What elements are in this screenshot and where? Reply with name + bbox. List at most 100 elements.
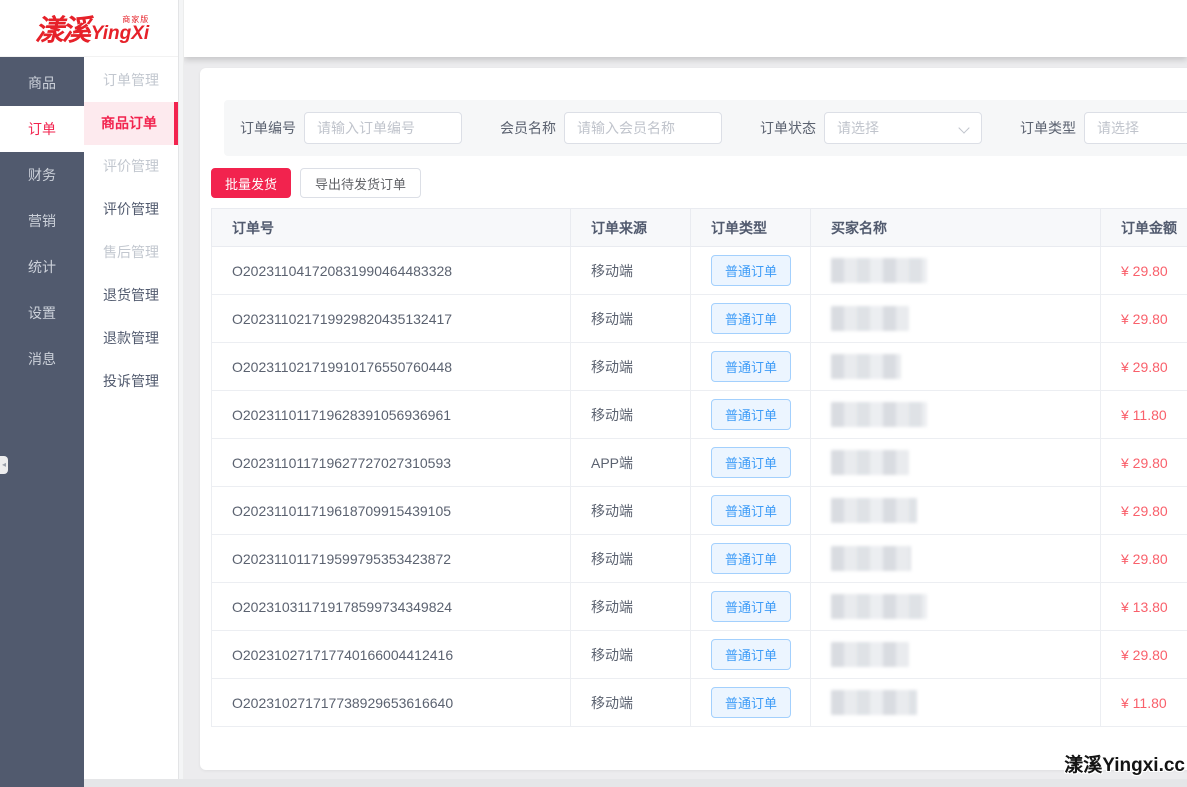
table-header-row: 订单号 订单来源 订单类型 买家名称 订单金额 bbox=[212, 209, 1187, 247]
filter-input[interactable] bbox=[564, 112, 722, 144]
table-row: O202311021719910176550760448 移动端 普通订单 ¥ … bbox=[212, 343, 1187, 391]
buyer-name-blurred bbox=[831, 546, 911, 571]
buyer-name-blurred bbox=[831, 450, 909, 475]
order-source: 移动端 bbox=[591, 695, 633, 711]
sidebar-item-label: 商品 bbox=[28, 75, 56, 91]
top-header bbox=[184, 0, 1187, 57]
order-source: 移动端 bbox=[591, 551, 633, 567]
submenu-item[interactable]: 商品订单 bbox=[84, 102, 178, 145]
table-row: O202311011719599795353423872 移动端 普通订单 ¥ … bbox=[212, 535, 1187, 583]
sidebar-item-label: 设置 bbox=[28, 305, 56, 321]
sidebar-item[interactable]: 设置 bbox=[0, 290, 84, 336]
select-placeholder: 请选择 bbox=[837, 118, 879, 138]
sidebar-item-label: 订单 bbox=[28, 121, 56, 137]
buyer-name-blurred bbox=[831, 354, 901, 379]
sidebar-item-label: 财务 bbox=[28, 167, 56, 183]
order-type-badge: 普通订单 bbox=[711, 255, 791, 286]
order-number: O202311011719599795353423872 bbox=[232, 551, 451, 567]
brand-logo-cn: 漾溪 bbox=[35, 7, 89, 49]
order-source: APP端 bbox=[591, 455, 633, 471]
submenu-item-label: 评价管理 bbox=[103, 201, 159, 217]
order-number: O202311041720831990464483328 bbox=[232, 263, 452, 279]
filter-bar: 订单编号 会员名称 订单状态 请选择 订单类型 请选择 bbox=[224, 100, 1187, 156]
filter-group: 订单状态 请选择 bbox=[760, 112, 982, 144]
sidebar-item[interactable]: 订单 bbox=[0, 106, 84, 152]
filter-label: 订单编号 bbox=[240, 118, 296, 138]
buyer-name-blurred bbox=[831, 402, 927, 427]
table-row: O202311011719627727027310593 APP端 普通订单 ¥… bbox=[212, 439, 1187, 487]
orders-table-wrap: 订单号 订单来源 订单类型 买家名称 订单金额 O202311041720831… bbox=[211, 208, 1187, 727]
table-row: O202310311719178599734349824 移动端 普通订单 ¥ … bbox=[212, 583, 1187, 631]
order-source: 移动端 bbox=[591, 311, 633, 327]
submenu-item-label: 售后管理 bbox=[103, 244, 159, 260]
brand-logo: 漾溪 商家版 YingXi bbox=[0, 0, 184, 57]
export-pending-orders-button[interactable]: 导出待发货订单 bbox=[300, 168, 421, 198]
submenu-item-label: 退款管理 bbox=[103, 330, 159, 346]
buyer-name-blurred bbox=[831, 306, 909, 331]
filter-label: 订单状态 bbox=[760, 118, 816, 138]
order-number: O202311011719628391056936961 bbox=[232, 407, 451, 423]
filter-label: 订单类型 bbox=[1020, 118, 1076, 138]
submenu-item[interactable]: 退款管理 bbox=[84, 317, 178, 360]
order-type-badge: 普通订单 bbox=[711, 447, 791, 478]
sidebar-item-label: 营销 bbox=[28, 213, 56, 229]
orders-table: 订单号 订单来源 订单类型 买家名称 订单金额 O202311041720831… bbox=[211, 208, 1187, 727]
order-amount: ¥ 29.80 bbox=[1121, 359, 1168, 375]
sidebar-item[interactable]: 消息 bbox=[0, 336, 84, 382]
filter-input[interactable] bbox=[304, 112, 462, 144]
order-type-badge: 普通订单 bbox=[711, 303, 791, 334]
submenu-item[interactable]: 投诉管理 bbox=[84, 360, 178, 403]
main-content-card: 订单编号 会员名称 订单状态 请选择 订单类型 请选择 批量发货 导出待发货订单 bbox=[200, 68, 1187, 770]
order-source: 移动端 bbox=[591, 503, 633, 519]
submenu-item-label: 投诉管理 bbox=[103, 373, 159, 389]
sidebar-item[interactable]: 商品 bbox=[0, 60, 84, 106]
submenu-item-label: 评价管理 bbox=[103, 158, 159, 174]
sidebar-item[interactable]: 财务 bbox=[0, 152, 84, 198]
order-amount: ¥ 29.80 bbox=[1121, 503, 1168, 519]
order-source: 移动端 bbox=[591, 359, 633, 375]
order-type-badge: 普通订单 bbox=[711, 543, 791, 574]
submenu-item-label: 订单管理 bbox=[103, 72, 159, 88]
filter-select[interactable]: 请选择 bbox=[1084, 112, 1187, 144]
buyer-name-blurred bbox=[831, 594, 927, 619]
order-source: 移动端 bbox=[591, 263, 633, 279]
buyer-name-blurred bbox=[831, 498, 917, 523]
sidebar-item[interactable]: 营销 bbox=[0, 198, 84, 244]
sidebar-item-label: 消息 bbox=[28, 351, 56, 367]
buyer-name-blurred bbox=[831, 690, 917, 715]
order-amount: ¥ 29.80 bbox=[1121, 263, 1168, 279]
table-row: O202311041720831990464483328 移动端 普通订单 ¥ … bbox=[212, 247, 1187, 295]
submenu-item: 售后管理 bbox=[84, 231, 178, 274]
table-row: O202311021719929820435132417 移动端 普通订单 ¥ … bbox=[212, 295, 1187, 343]
submenu-scrollbar[interactable] bbox=[178, 0, 184, 787]
horizontal-scrollbar[interactable] bbox=[84, 779, 1187, 787]
batch-ship-button[interactable]: 批量发货 bbox=[211, 168, 291, 198]
brand-logo-en: YingXi bbox=[91, 24, 149, 43]
order-type-badge: 普通订单 bbox=[711, 399, 791, 430]
filter-group: 会员名称 bbox=[500, 112, 722, 144]
filter-select[interactable]: 请选择 bbox=[824, 112, 982, 144]
order-amount: ¥ 29.80 bbox=[1121, 551, 1168, 567]
submenu-item[interactable]: 评价管理 bbox=[84, 188, 178, 231]
order-number: O202311021719929820435132417 bbox=[232, 311, 452, 327]
sidebar-item[interactable]: 统计 bbox=[0, 244, 84, 290]
chevron-down-icon bbox=[958, 122, 969, 133]
order-type-badge: 普通订单 bbox=[711, 495, 791, 526]
order-source: 移动端 bbox=[591, 407, 633, 423]
submenu-item-label: 退货管理 bbox=[103, 287, 159, 303]
buyer-name-blurred bbox=[831, 258, 927, 283]
submenu-item[interactable]: 退货管理 bbox=[84, 274, 178, 317]
submenu-item-label: 商品订单 bbox=[101, 115, 157, 131]
column-header-amount: 订单金额 bbox=[1101, 209, 1187, 247]
sidebar-item-label: 统计 bbox=[28, 259, 56, 275]
order-source: 移动端 bbox=[591, 647, 633, 663]
sidebar-collapse-handle[interactable]: ◂ bbox=[0, 456, 8, 474]
order-amount: ¥ 29.80 bbox=[1121, 311, 1168, 327]
filter-label: 会员名称 bbox=[500, 118, 556, 138]
order-table-body: O202311041720831990464483328 移动端 普通订单 ¥ … bbox=[212, 247, 1187, 727]
buyer-name-blurred bbox=[831, 642, 909, 667]
order-amount: ¥ 29.80 bbox=[1121, 455, 1168, 471]
order-number: O202311011719618709915439105 bbox=[232, 503, 451, 519]
select-placeholder: 请选择 bbox=[1097, 118, 1139, 138]
order-number: O202310271717740166004412416 bbox=[232, 647, 453, 663]
